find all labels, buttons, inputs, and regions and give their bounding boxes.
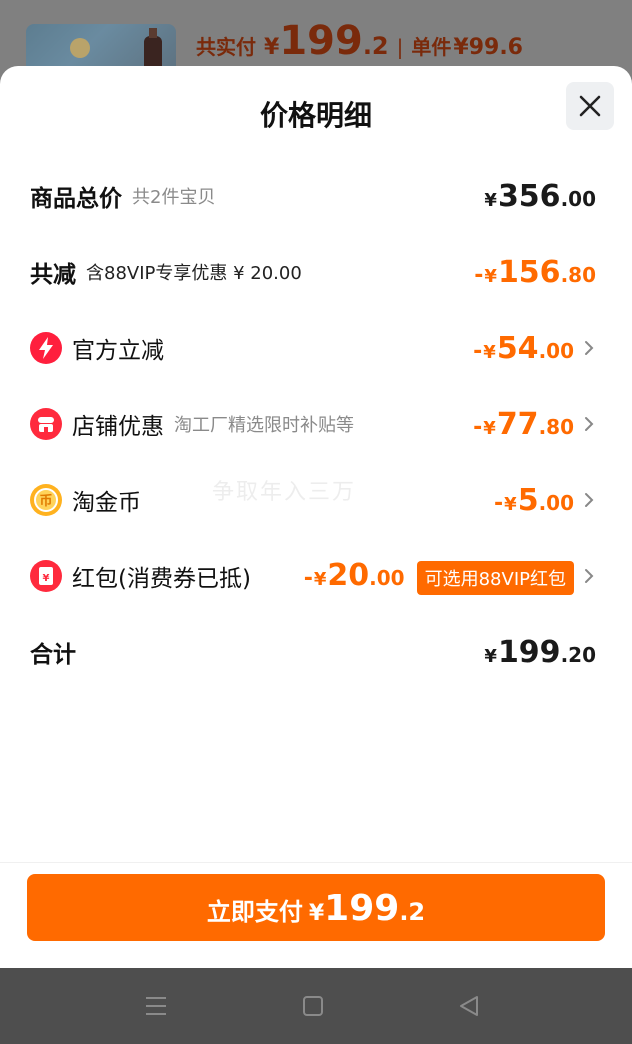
row-total-reduction: 共减 含88VIP专享优惠 ¥ 20.00 - ¥ 156 .80	[30, 252, 596, 292]
back-button[interactable]	[453, 990, 485, 1022]
chevron-right-icon	[585, 569, 594, 583]
watermark: 争取年入三万	[212, 480, 357, 505]
official-discount-label: 官方立减	[72, 338, 164, 364]
sheet-title: 价格明细	[259, 99, 372, 132]
lightning-icon	[30, 332, 62, 364]
footer: 立即支付 ¥ 199 .2	[0, 862, 632, 968]
shop-discount-amount: - ¥ 77 .80	[473, 406, 574, 442]
red-packet-amount: - ¥ 20 .00 可选用88VIP红包	[304, 558, 574, 595]
vip-red-packet-tag[interactable]: 可选用88VIP红包	[416, 560, 574, 595]
red-packet-icon: ¥	[30, 560, 62, 592]
shop-discount-label: 店铺优惠	[72, 414, 164, 440]
coin-icon: 币	[30, 484, 62, 516]
svg-text:币: 币	[39, 494, 52, 509]
back-icon	[460, 996, 478, 1016]
chevron-right-icon	[585, 493, 594, 507]
chevron-right-icon	[585, 417, 594, 431]
shop-discount-note: 淘工厂精选限时补贴等	[174, 415, 354, 436]
home-button[interactable]	[297, 990, 329, 1022]
item-count: 共2件宝贝	[132, 187, 216, 208]
sum-amount: ¥ 199 .20	[484, 634, 596, 670]
system-nav-bar	[0, 968, 632, 1044]
sum-label: 合计	[30, 642, 76, 668]
close-icon	[579, 95, 601, 117]
official-discount-amount: - ¥ 54 .00	[473, 330, 574, 366]
menu-button[interactable]	[140, 990, 172, 1022]
home-icon	[303, 996, 323, 1016]
reduction-amount: - ¥ 156 .80	[474, 254, 596, 290]
row-official-discount[interactable]: 官方立减 - ¥ 54 .00	[30, 328, 596, 368]
shop-icon	[30, 408, 62, 440]
row-shop-discount[interactable]: 店铺优惠 淘工厂精选限时补贴等 - ¥ 77 .80	[30, 404, 596, 444]
menu-icon	[146, 997, 166, 1015]
reduction-label: 共减	[30, 262, 76, 288]
chevron-right-icon	[585, 341, 594, 355]
tao-coins-amount: - ¥ 5 .00	[494, 482, 574, 518]
row-goods-total: 商品总价 共2件宝贝 ¥ 356 .00	[30, 176, 596, 216]
close-button[interactable]	[566, 82, 614, 130]
svg-text:¥: ¥	[43, 573, 50, 584]
price-detail-sheet: 价格明细 商品总价 共2件宝贝 ¥ 356 .00 共减 含88VIP专享优惠 …	[0, 66, 632, 968]
row-sum: 合计 ¥ 199 .20	[30, 632, 596, 672]
pay-now-button[interactable]: 立即支付 ¥ 199 .2	[27, 874, 605, 941]
goods-total-label: 商品总价	[30, 186, 122, 212]
background-price-summary: 共实付 ¥ 199 .2 | 单件 ¥99.6	[196, 18, 523, 64]
vip-discount-note: 含88VIP专享优惠 ¥ 20.00	[86, 263, 302, 284]
row-red-packet[interactable]: ¥ 红包(消费券已抵) - ¥ 20 .00 可选用88VIP红包	[30, 556, 596, 596]
goods-total-amount: ¥ 356 .00	[484, 178, 596, 214]
red-packet-label: 红包(消费券已抵)	[72, 566, 251, 592]
tao-coins-label: 淘金币	[72, 490, 141, 516]
